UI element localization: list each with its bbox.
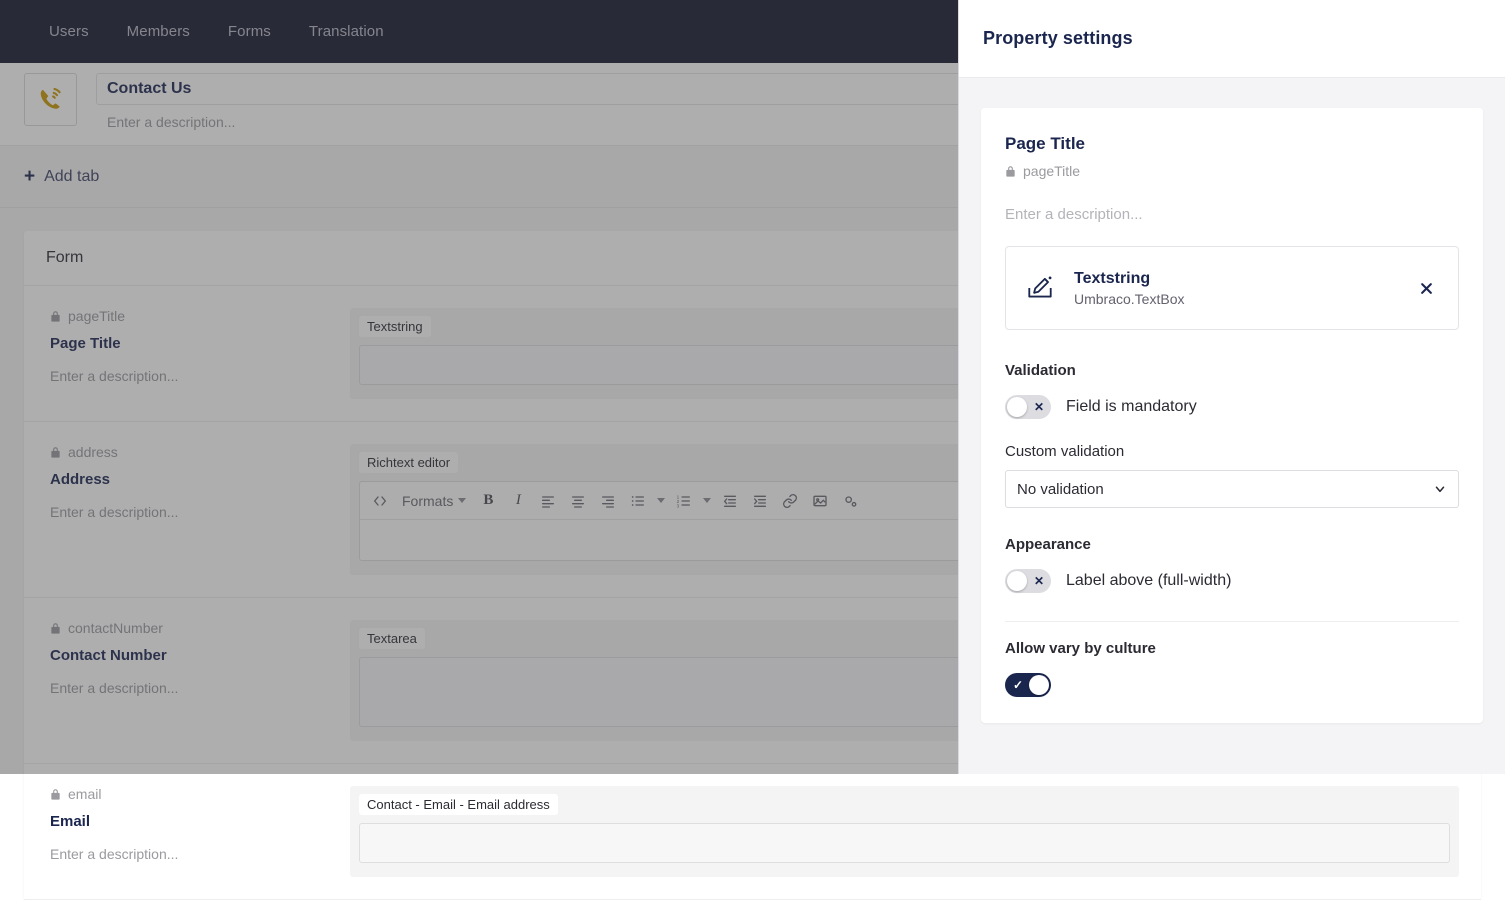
property-meta: email Email Enter a description... bbox=[50, 786, 350, 877]
editor-alias: Umbraco.TextBox bbox=[1074, 291, 1185, 308]
label-above-toggle-label: Label above (full-width) bbox=[1066, 572, 1232, 589]
close-icon bbox=[1420, 282, 1432, 294]
section-divider bbox=[1005, 621, 1459, 622]
editor-picker-card[interactable]: Textstring Umbraco.TextBox bbox=[1005, 246, 1459, 330]
custom-validation-label: Custom validation bbox=[1005, 443, 1125, 460]
panel-header: Property settings bbox=[959, 0, 1505, 78]
toggle-knob bbox=[1007, 397, 1027, 417]
editor-picker-text: Textstring Umbraco.TextBox bbox=[1074, 269, 1412, 308]
mandatory-toggle-label: Field is mandatory bbox=[1066, 398, 1197, 415]
property-editor-preview: Contact - Email - Email address bbox=[350, 786, 1459, 877]
cross-icon: ✕ bbox=[1033, 400, 1044, 414]
panel-body: Page Title pageTitle Enter a description… bbox=[959, 78, 1505, 774]
lock-icon bbox=[51, 788, 60, 800]
field-name-input[interactable]: Page Title bbox=[1005, 134, 1459, 154]
custom-validation-block: Custom validation No validation bbox=[1005, 443, 1459, 508]
editor-name: Textstring bbox=[1074, 269, 1151, 287]
validation-section: Validation ✕ Field is mandatory Custom v… bbox=[1005, 362, 1459, 508]
mandatory-toggle-row: ✕ Field is mandatory bbox=[1005, 395, 1459, 419]
lock-icon bbox=[1006, 165, 1015, 177]
vary-by-culture-toggle[interactable]: ✓ bbox=[1005, 673, 1051, 697]
remove-editor-button[interactable] bbox=[1412, 274, 1440, 302]
mandatory-toggle[interactable]: ✕ bbox=[1005, 395, 1051, 419]
cross-icon: ✕ bbox=[1033, 574, 1044, 588]
custom-validation-select-wrap: No validation bbox=[1005, 470, 1459, 508]
vary-by-culture-section: Allow vary by culture ✓ bbox=[1005, 640, 1459, 697]
field-alias-text: pageTitle bbox=[1023, 163, 1081, 179]
vary-section-label: Allow vary by culture bbox=[1005, 640, 1156, 657]
settings-card: Page Title pageTitle Enter a description… bbox=[981, 108, 1483, 723]
appearance-section: Appearance ✕ Label above (full-width) bbox=[1005, 536, 1459, 593]
toggle-knob bbox=[1007, 571, 1027, 591]
property-settings-panel: Property settings Page Title pageTitle E… bbox=[958, 0, 1505, 774]
label-above-toggle-row: ✕ Label above (full-width) bbox=[1005, 569, 1459, 593]
appearance-section-label: Appearance bbox=[1005, 536, 1091, 553]
property-row[interactable]: email Email Enter a description... Conta… bbox=[24, 764, 1481, 900]
vary-toggle-row: ✓ bbox=[1005, 673, 1459, 697]
toggle-knob bbox=[1029, 675, 1049, 695]
check-icon: ✓ bbox=[1013, 678, 1024, 692]
field-alias: pageTitle bbox=[1005, 163, 1459, 179]
property-alias: email bbox=[50, 786, 350, 802]
edit-textbox-icon bbox=[1020, 273, 1060, 303]
property-description: Enter a description... bbox=[50, 846, 179, 862]
label-above-toggle[interactable]: ✕ bbox=[1005, 569, 1051, 593]
field-description-input[interactable]: Enter a description... bbox=[1005, 206, 1459, 223]
textbox-preview bbox=[359, 823, 1450, 863]
panel-title: Property settings bbox=[983, 28, 1133, 48]
editor-chip: Contact - Email - Email address bbox=[359, 794, 558, 815]
custom-validation-select[interactable]: No validation bbox=[1005, 470, 1459, 508]
property-label: Email bbox=[50, 813, 91, 830]
property-alias-text: email bbox=[68, 786, 102, 802]
validation-section-label: Validation bbox=[1005, 362, 1076, 379]
